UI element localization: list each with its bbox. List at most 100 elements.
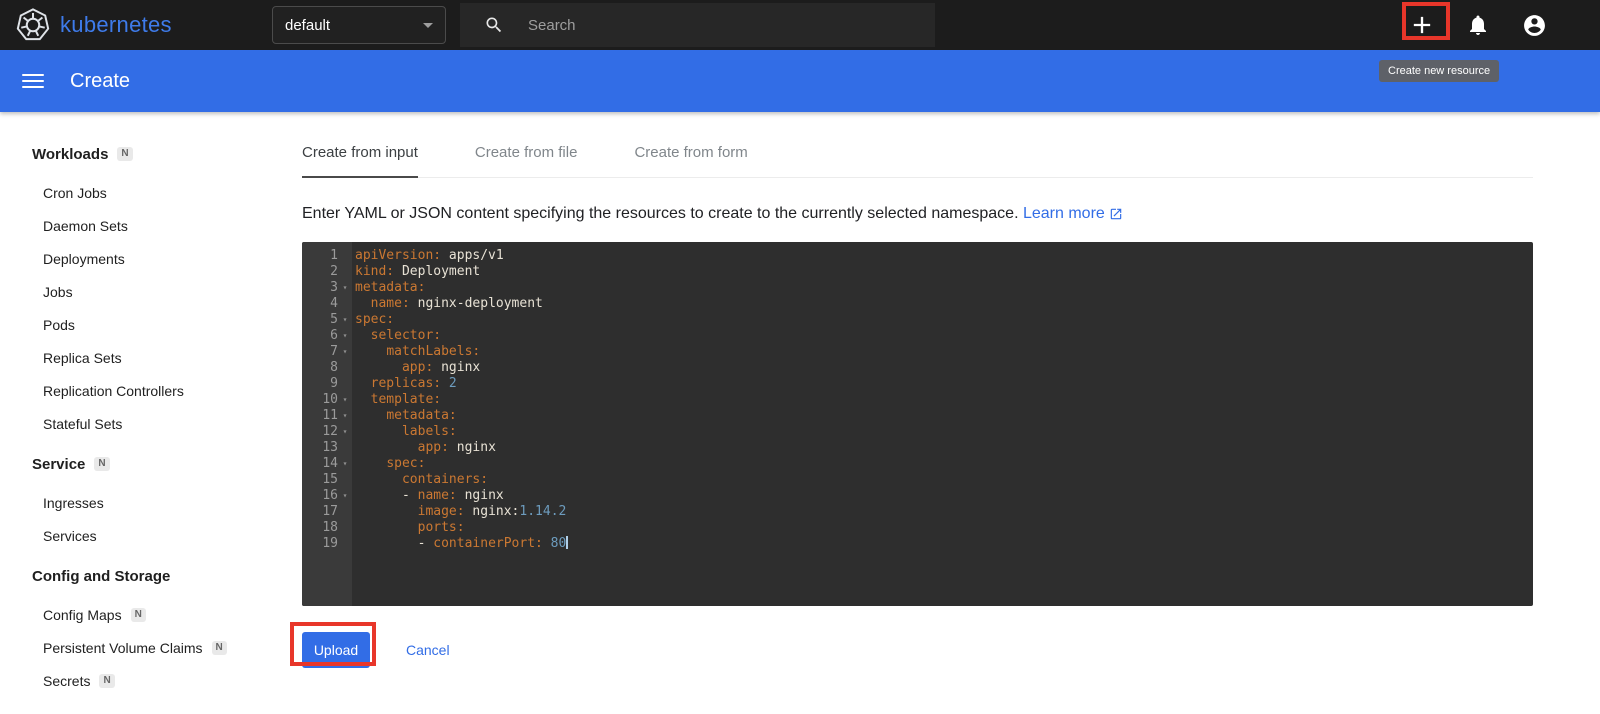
sidebar-item-config-maps[interactable]: Config Maps N xyxy=(0,598,278,631)
editor-gutter-line: 9 xyxy=(302,376,352,392)
editor-gutter-line: 12 ▾ xyxy=(302,424,352,440)
search-icon xyxy=(484,15,504,35)
notifications-button[interactable] xyxy=(1464,11,1492,39)
fold-marker-icon[interactable]: ▾ xyxy=(338,312,352,328)
menu-icon[interactable] xyxy=(22,74,44,88)
tab-create-from-file[interactable]: Create from file xyxy=(475,128,578,178)
editor-gutter-line: 19 xyxy=(302,536,352,552)
editor-gutter-line: 14 ▾ xyxy=(302,456,352,472)
editor-gutter-line: 15 xyxy=(302,472,352,488)
editor-code-line: image: nginx:1.14.2 xyxy=(355,504,1533,520)
sidebar-item-secrets[interactable]: Secrets N xyxy=(0,664,278,697)
line-number: 8 xyxy=(330,360,338,375)
code-token: 80 xyxy=(542,536,567,551)
sidebar-section-workloads[interactable]: Workloads N xyxy=(0,138,278,170)
app-bar: Create xyxy=(0,50,1600,112)
line-number: 10 xyxy=(322,392,338,407)
sidebar-item-label: Replica Sets xyxy=(43,349,122,366)
editor-gutter-line: 1 xyxy=(302,248,352,264)
editor-code-line: metadata: xyxy=(355,280,1533,296)
editor-gutter-line: 6 ▾ xyxy=(302,328,352,344)
kubernetes-home-link[interactable]: kubernetes xyxy=(16,8,172,42)
line-number: 18 xyxy=(322,520,338,535)
chevron-down-icon xyxy=(423,22,433,28)
yaml-editor[interactable]: 1 2 3 ▾ 4 5 ▾ 6 ▾ 7 ▾ 8 9 10 ▾ 11 ▾ 12 ▾ 13 14 ▾ 15 16 ▾ 17 18 19 a… xyxy=(302,242,1533,606)
sidebar-item-jobs[interactable]: Jobs xyxy=(0,275,278,308)
sidebar-item-persistent-volume-claims[interactable]: Persistent Volume Claims N xyxy=(0,631,278,664)
fold-marker-icon[interactable]: ▾ xyxy=(338,392,352,408)
code-token: containerPort: xyxy=(433,536,543,551)
search-bar[interactable] xyxy=(460,3,935,47)
fold-marker-icon[interactable]: ▾ xyxy=(338,328,352,344)
sidebar-item-deployments[interactable]: Deployments xyxy=(0,242,278,275)
learn-more-link[interactable]: Learn more xyxy=(1023,202,1123,226)
editor-code-line: app: nginx xyxy=(355,360,1533,376)
line-number: 12 xyxy=(322,424,338,439)
sidebar-section-config-and-storage[interactable]: Config and Storage xyxy=(0,560,278,592)
fold-marker-icon[interactable]: ▾ xyxy=(338,280,352,296)
line-number: 4 xyxy=(330,296,338,311)
code-token: app: xyxy=(417,440,449,455)
fold-marker-icon[interactable]: ▾ xyxy=(338,424,352,440)
line-number: 16 xyxy=(322,488,338,503)
sidebar-nav: Workloads N Cron Jobs Daemon Sets Deployment… xyxy=(0,112,278,714)
tab-create-from-input[interactable]: Create from input xyxy=(302,128,418,178)
namespace-value: default xyxy=(285,16,331,34)
editor-code-line: replicas: 2 xyxy=(355,376,1533,392)
sidebar-item-replication-controllers[interactable]: Replication Controllers xyxy=(0,374,278,407)
code-token: kind: xyxy=(355,264,395,279)
editor-gutter-line: 3 ▾ xyxy=(302,280,352,296)
topbar-actions xyxy=(1408,0,1548,50)
sidebar-section-service[interactable]: Service N xyxy=(0,448,278,480)
brand-wordmark: kubernetes xyxy=(60,12,172,37)
line-number: 15 xyxy=(322,472,338,487)
external-link-icon xyxy=(1109,207,1123,221)
line-number: 19 xyxy=(322,536,338,551)
sidebar-item-label: Daemon Sets xyxy=(43,217,128,234)
editor-gutter-line: 18 xyxy=(302,520,352,536)
sidebar-item-pods[interactable]: Pods xyxy=(0,308,278,341)
code-token: metadata: xyxy=(386,408,457,423)
editor-gutter-line: 11 ▾ xyxy=(302,408,352,424)
tab-bar: Create from input Create from file Create … xyxy=(302,128,1533,178)
editor-code: apiVersion: apps/v1 kind: Deployment metad… xyxy=(352,242,1533,606)
editor-code-line: apiVersion: apps/v1 xyxy=(355,248,1533,264)
create-tooltip: Create new resource xyxy=(1379,60,1500,82)
search-input[interactable] xyxy=(526,15,856,35)
fold-marker-icon[interactable]: ▾ xyxy=(338,456,352,472)
code-token: matchLabels: xyxy=(386,344,481,359)
editor-gutter-line: 10 ▾ xyxy=(302,392,352,408)
cancel-button[interactable]: Cancel xyxy=(400,641,456,659)
fold-marker-icon[interactable]: ▾ xyxy=(338,344,352,360)
form-actions: Upload Cancel xyxy=(302,632,1533,668)
sidebar-item-cron-jobs[interactable]: Cron Jobs xyxy=(0,176,278,209)
sidebar-item-label: Pods xyxy=(43,316,75,333)
editor-gutter-line: 5 ▾ xyxy=(302,312,352,328)
code-token: 1.14.2 xyxy=(519,504,567,519)
content-area: Workloads N Cron Jobs Daemon Sets Deployment… xyxy=(0,112,1600,714)
upload-button[interactable]: Upload xyxy=(302,632,370,668)
editor-code-line: labels: xyxy=(355,424,1533,440)
top-bar: kubernetes default xyxy=(0,0,1600,50)
namespace-selector[interactable]: default xyxy=(272,6,446,44)
namespaced-badge: N xyxy=(117,147,133,161)
sidebar-item-stateful-sets[interactable]: Stateful Sets xyxy=(0,407,278,440)
sidebar-item-ingresses[interactable]: Ingresses xyxy=(0,486,278,519)
namespaced-badge: N xyxy=(130,607,146,622)
fold-marker-icon[interactable]: ▾ xyxy=(338,488,352,504)
description-text: Enter YAML or JSON content specifying th… xyxy=(302,205,1019,222)
code-token: name: xyxy=(417,488,457,503)
sidebar-item-replica-sets[interactable]: Replica Sets xyxy=(0,341,278,374)
sidebar-item-daemon-sets[interactable]: Daemon Sets xyxy=(0,209,278,242)
sidebar-item-services[interactable]: Services xyxy=(0,519,278,552)
code-token: selector: xyxy=(370,328,442,343)
create-new-resource-button[interactable] xyxy=(1408,11,1436,39)
account-menu-button[interactable] xyxy=(1520,11,1548,39)
tab-create-from-form[interactable]: Create from form xyxy=(634,128,747,178)
line-number: 3 xyxy=(330,280,338,295)
sidebar-section-label: Workloads xyxy=(32,145,109,163)
fold-marker-icon[interactable]: ▾ xyxy=(338,408,352,424)
line-number: 7 xyxy=(330,344,338,359)
